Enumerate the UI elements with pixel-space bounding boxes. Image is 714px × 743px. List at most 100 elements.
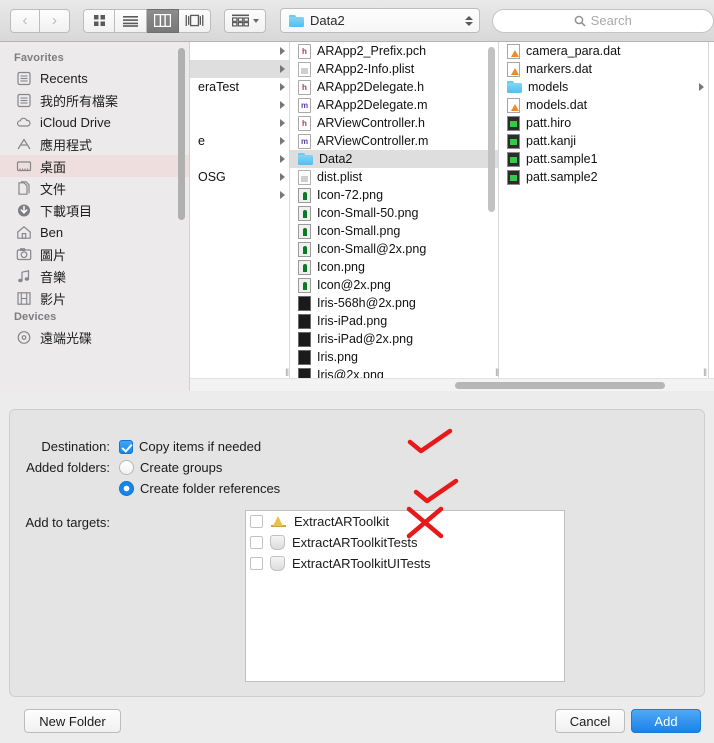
file-row[interactable] [190, 150, 289, 168]
add-button[interactable]: Add [631, 709, 701, 733]
target-row[interactable]: ExtractARToolkit [246, 511, 564, 532]
pictures-icon [16, 247, 33, 262]
sidebar-item-all-files[interactable]: 我的所有檔案 [0, 89, 189, 111]
file-row-label: OSG [198, 170, 226, 184]
file-row[interactable]: models.dat [499, 96, 708, 114]
forward-button[interactable]: › [40, 8, 70, 33]
file-row[interactable]: Icon@2x.png [290, 276, 498, 294]
search-input[interactable]: Search [491, 8, 714, 33]
column-middle[interactable]: h ARApp2_Prefix.pch ARApp2-Info.plist h ARAp… [290, 42, 499, 391]
gallery-view-button[interactable] [179, 8, 211, 33]
objc-file-icon: m [298, 97, 311, 113]
file-row[interactable]: dist.plist [290, 168, 498, 186]
file-row[interactable]: Icon-72.png [290, 186, 498, 204]
copy-items-checkbox[interactable] [119, 439, 133, 454]
file-row[interactable]: m ARApp2Delegate.m [290, 96, 498, 114]
column-left[interactable]: eraTest e OSG [190, 42, 290, 391]
column-view-button[interactable] [147, 8, 179, 33]
column-view-icon [154, 14, 171, 27]
target-checkbox[interactable] [250, 557, 263, 570]
target-checkbox[interactable] [250, 515, 263, 528]
targets-list[interactable]: ExtractARToolkit ExtractARToolkitTests Ext… [245, 510, 565, 682]
file-row-label: Iris.png [317, 350, 358, 364]
sidebar-item-recents[interactable]: Recents [0, 67, 189, 89]
file-row[interactable]: camera_para.dat [499, 42, 708, 60]
file-row[interactable]: h ARApp2Delegate.h [290, 78, 498, 96]
plist-file-icon [298, 61, 311, 77]
file-row[interactable]: Icon.png [290, 258, 498, 276]
sidebar-item-desktop[interactable]: 桌面 [0, 155, 189, 177]
sidebar-item-pictures[interactable]: 圖片 [0, 243, 189, 265]
file-row-label: ARApp2_Prefix.pch [317, 44, 427, 58]
desktop-icon [16, 159, 33, 174]
file-row[interactable] [190, 60, 289, 78]
file-row[interactable]: m ARViewController.m [290, 132, 498, 150]
sidebar-item-music[interactable]: 音樂 [0, 265, 189, 287]
home-icon [17, 225, 31, 239]
sidebar-item-movies[interactable]: 影片 [0, 287, 189, 309]
movies-icon [16, 291, 33, 306]
sidebar-item-home[interactable]: Ben [0, 221, 189, 243]
file-row[interactable] [190, 42, 289, 60]
list-view-button[interactable] [115, 8, 147, 33]
arrange-grid-icon [232, 14, 249, 27]
target-checkbox[interactable] [250, 536, 263, 549]
file-row[interactable]: OSG [190, 168, 289, 186]
file-row[interactable]: Iris.png [290, 348, 498, 366]
file-row[interactable]: markers.dat [499, 60, 708, 78]
file-row[interactable]: Iris-568h@2x.png [290, 294, 498, 312]
added-folders-row: Added folders: Create groups Create fold… [10, 460, 280, 496]
downloads-icon [16, 203, 33, 218]
file-row[interactable]: h ARViewController.h [290, 114, 498, 132]
png-file-icon [298, 277, 311, 293]
arrange-by-button[interactable] [224, 8, 266, 33]
sidebar-item-remote-disc[interactable]: 遠端光碟 [0, 326, 189, 348]
column-middle-scrollbar[interactable] [488, 47, 495, 212]
target-row[interactable]: ExtractARToolkitTests [246, 532, 564, 553]
search-icon [574, 15, 586, 27]
file-row[interactable]: Icon-Small.png [290, 222, 498, 240]
sidebar-item-applications[interactable]: 應用程式 [0, 133, 189, 155]
icon-view-button[interactable] [83, 8, 115, 33]
file-row[interactable]: ARApp2-Info.plist [290, 60, 498, 78]
horizontal-scrollbar-thumb[interactable] [455, 382, 665, 389]
create-folder-references-radio[interactable] [119, 481, 134, 496]
sidebar-item-documents[interactable]: 文件 [0, 177, 189, 199]
file-row[interactable]: e [190, 132, 289, 150]
file-row-label: patt.kanji [526, 134, 577, 148]
column-right[interactable]: camera_para.dat markers.dat models models.d… [499, 42, 709, 391]
sidebar-item-downloads[interactable]: 下載項目 [0, 199, 189, 221]
new-folder-button[interactable]: New Folder [24, 709, 121, 733]
sidebar-item-label: 我的所有檔案 [40, 93, 119, 109]
horizontal-scrollbar[interactable] [190, 378, 714, 391]
file-row[interactable]: h ARApp2_Prefix.pch [290, 42, 498, 60]
cancel-button[interactable]: Cancel [555, 709, 625, 733]
file-row[interactable]: models [499, 78, 708, 96]
create-groups-radio[interactable] [119, 460, 134, 475]
file-row[interactable]: patt.sample1 [499, 150, 708, 168]
icon-view-icon [93, 15, 105, 26]
file-row[interactable]: Iris-iPad@2x.png [290, 330, 498, 348]
copy-items-field[interactable]: Copy items if needed [119, 439, 261, 454]
target-row[interactable]: ExtractARToolkitUITests [246, 553, 564, 574]
create-groups-option[interactable]: Create groups [119, 460, 280, 475]
file-row[interactable]: Icon-Small-50.png [290, 204, 498, 222]
dialog-footer: New Folder Cancel Add [0, 697, 714, 743]
file-row[interactable] [190, 114, 289, 132]
sidebar-scrollbar[interactable] [178, 48, 185, 220]
back-button[interactable]: ‹ [10, 8, 40, 33]
file-row[interactable]: Data2 [290, 150, 498, 168]
path-popup-button[interactable]: Data2 [280, 8, 480, 33]
create-folder-references-option[interactable]: Create folder references [119, 481, 280, 496]
file-row-label: Iris-iPad@2x.png [317, 332, 414, 346]
file-row[interactable]: patt.hiro [499, 114, 708, 132]
file-row[interactable] [190, 186, 289, 204]
file-row[interactable]: Iris-iPad.png [290, 312, 498, 330]
file-row[interactable]: eraTest [190, 78, 289, 96]
sidebar-item-icloud[interactable]: iCloud Drive [0, 111, 189, 133]
file-row[interactable]: patt.sample2 [499, 168, 708, 186]
png-file-icon [298, 205, 311, 221]
file-row[interactable] [190, 96, 289, 114]
file-row[interactable]: patt.kanji [499, 132, 708, 150]
file-row[interactable]: Icon-Small@2x.png [290, 240, 498, 258]
